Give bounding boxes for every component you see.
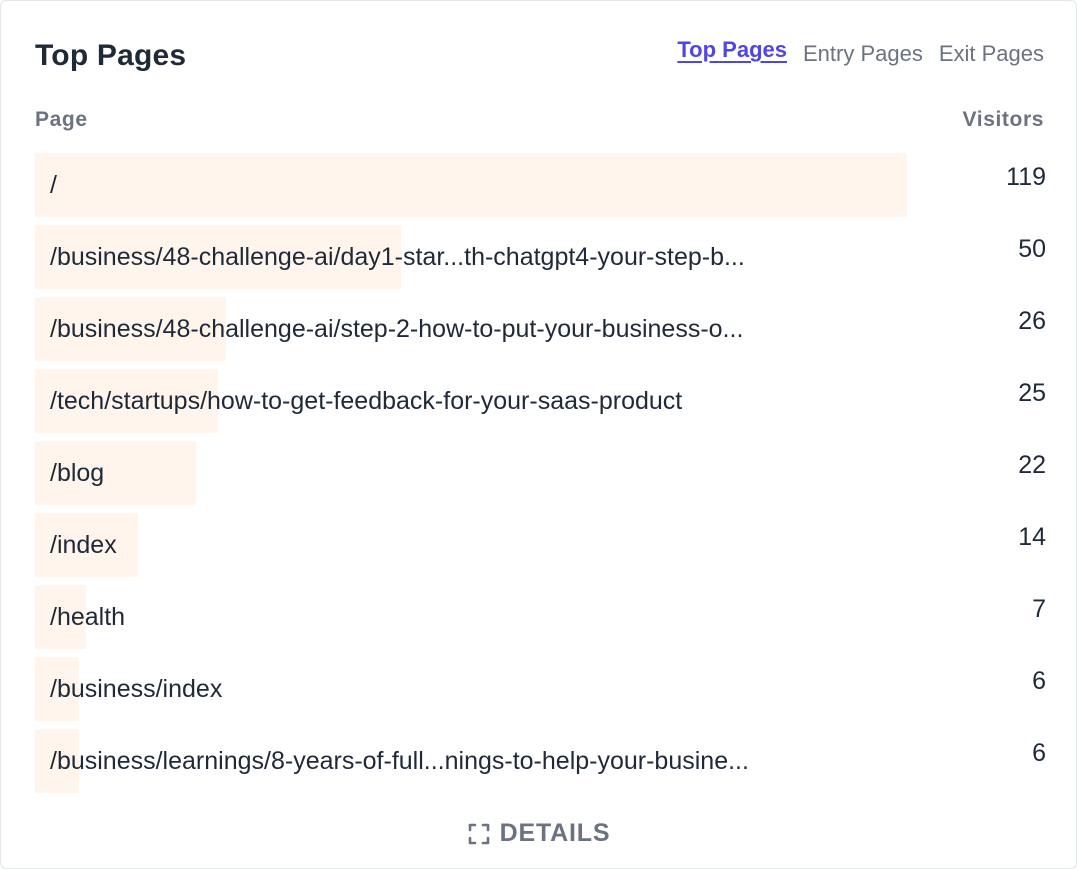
page-path-link[interactable]: /business/48-challenge-ai/day1-star...th… xyxy=(50,225,745,289)
page-path-link[interactable]: /tech/startups/how-to-get-feedback-for-y… xyxy=(50,369,682,433)
tab-top-pages[interactable]: Top Pages xyxy=(677,37,787,63)
visitor-count: 119 xyxy=(1006,163,1046,191)
tab-bar: Top Pages Entry Pages Exit Pages xyxy=(677,37,1044,67)
visitor-count: 22 xyxy=(1018,451,1046,479)
visitor-count: 26 xyxy=(1018,307,1046,335)
list-item[interactable]: /tech/startups/how-to-get-feedback-for-y… xyxy=(35,369,1046,433)
list-item[interactable]: /business/48-challenge-ai/day1-star...th… xyxy=(35,225,1046,289)
details-label: DETAILS xyxy=(499,819,611,847)
page-path-link[interactable]: /blog xyxy=(50,441,104,505)
visitor-count: 7 xyxy=(1032,595,1046,623)
visitor-count: 6 xyxy=(1032,739,1046,767)
column-header-page: Page xyxy=(35,108,88,131)
visitor-count: 50 xyxy=(1018,235,1046,263)
page-path-link[interactable]: /business/index xyxy=(50,657,222,721)
list-item[interactable]: /health 7 xyxy=(35,585,1046,649)
tab-entry-pages[interactable]: Entry Pages xyxy=(803,41,923,67)
expand-icon xyxy=(467,822,491,846)
tab-exit-pages[interactable]: Exit Pages xyxy=(939,41,1044,67)
visitor-bar xyxy=(35,153,907,217)
card-title: Top Pages xyxy=(35,39,187,72)
page-path-link[interactable]: / xyxy=(50,153,57,217)
details-footer: DETAILS xyxy=(1,819,1076,853)
list-item[interactable]: /blog 22 xyxy=(35,441,1046,505)
page-path-link[interactable]: /business/48-challenge-ai/step-2-how-to-… xyxy=(50,297,743,361)
page-path-link[interactable]: /index xyxy=(50,513,117,577)
list-item[interactable]: /index 14 xyxy=(35,513,1046,577)
page-path-link[interactable]: /business/learnings/8-years-of-full...ni… xyxy=(50,729,749,793)
list-item[interactable]: / 119 xyxy=(35,153,1046,217)
top-pages-card: Top Pages Top Pages Entry Pages Exit Pag… xyxy=(0,0,1077,869)
visitor-count: 6 xyxy=(1032,667,1046,695)
list-item[interactable]: /business/learnings/8-years-of-full...ni… xyxy=(35,729,1046,793)
visitor-count: 14 xyxy=(1018,523,1046,551)
visitor-count: 25 xyxy=(1018,379,1046,407)
column-header-visitors: Visitors xyxy=(962,108,1044,131)
details-button[interactable]: DETAILS xyxy=(467,819,611,848)
list-item[interactable]: /business/48-challenge-ai/step-2-how-to-… xyxy=(35,297,1046,361)
pages-list: / 119 /business/48-challenge-ai/day1-sta… xyxy=(35,153,1046,801)
page-path-link[interactable]: /health xyxy=(50,585,125,649)
list-item[interactable]: /business/index 6 xyxy=(35,657,1046,721)
